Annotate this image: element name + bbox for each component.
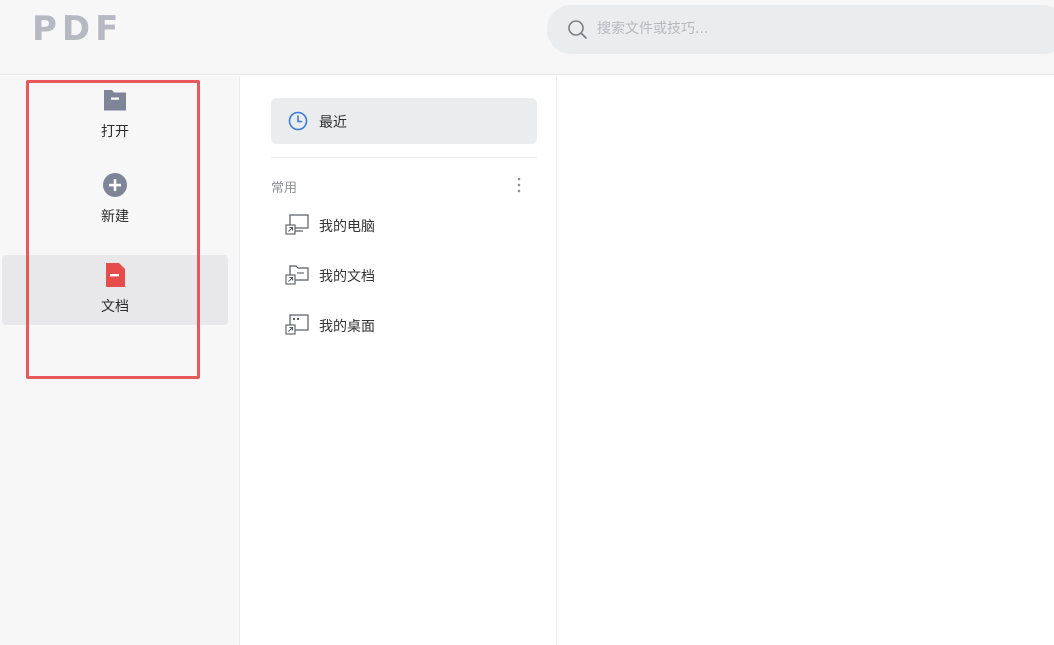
- folder-icon: [104, 90, 126, 111]
- main-content: [558, 76, 1054, 645]
- sidebar-item-label: 打开: [101, 124, 129, 140]
- more-options-icon[interactable]: [509, 175, 529, 195]
- documents-folder-shortcut-icon: [285, 265, 309, 285]
- app-logo: PDF: [32, 9, 124, 49]
- place-label: 我的桌面: [319, 319, 375, 335]
- section-title: 常用: [271, 181, 298, 196]
- sidebar-item-new[interactable]: 新建: [2, 165, 228, 235]
- divider: [271, 157, 537, 158]
- search-icon: [568, 20, 587, 39]
- place-label: 我的电脑: [319, 219, 375, 235]
- place-label: 我的文档: [319, 269, 375, 285]
- sidebar-item-label: 新建: [101, 209, 129, 225]
- sidebar: 打开 新建 文档: [0, 76, 240, 645]
- document-icon: [106, 263, 125, 287]
- recent-label: 最近: [319, 115, 347, 131]
- computer-shortcut-icon: [285, 214, 309, 235]
- search-input[interactable]: [597, 15, 1017, 43]
- nav-panel: 最近 常用 我的电脑 我的文档 我的桌面: [241, 76, 557, 645]
- search-box[interactable]: [547, 5, 1054, 54]
- place-my-computer[interactable]: 我的电脑: [271, 205, 537, 245]
- place-my-documents[interactable]: 我的文档: [271, 255, 537, 295]
- desktop-shortcut-icon: [285, 314, 309, 335]
- top-bar: PDF: [0, 0, 1054, 75]
- sidebar-item-documents[interactable]: 文档: [2, 255, 228, 325]
- app-window: PDF 打开 新建: [0, 0, 1054, 645]
- place-my-desktop[interactable]: 我的桌面: [271, 305, 537, 345]
- clock-icon: [288, 111, 308, 131]
- plus-circle-icon: [103, 173, 127, 197]
- sidebar-item-open[interactable]: 打开: [2, 80, 228, 150]
- sidebar-item-label: 文档: [101, 299, 129, 315]
- recent-button[interactable]: 最近: [271, 98, 537, 144]
